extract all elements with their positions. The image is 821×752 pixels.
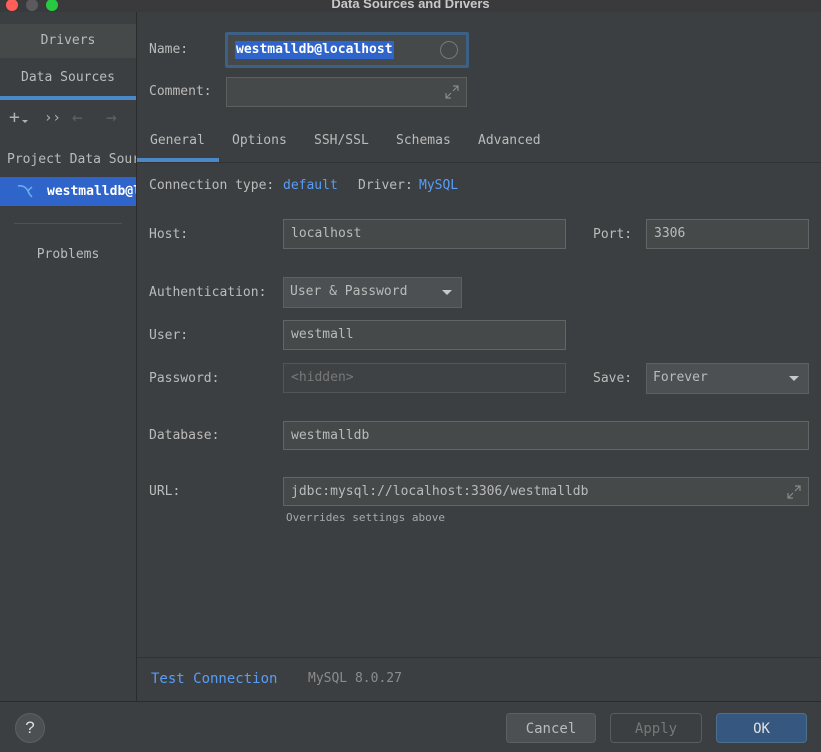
connection-type-link[interactable]: default (283, 177, 338, 195)
name-field[interactable]: westmalldb@localhost (225, 32, 469, 68)
divider (14, 223, 122, 224)
host-input[interactable]: localhost (283, 219, 566, 249)
database-input[interactable]: westmalldb (283, 421, 809, 450)
password-label: Password: (149, 371, 220, 386)
active-tab-indicator (0, 96, 136, 100)
name-label: Name: (149, 42, 189, 57)
tab-schemas[interactable]: Schemas (396, 132, 451, 150)
ok-button[interactable]: OK (716, 713, 807, 743)
port-label: Port: (593, 227, 633, 242)
port-input[interactable]: 3306 (646, 219, 809, 249)
test-connection-link[interactable]: Test Connection (151, 670, 277, 688)
tab-options[interactable]: Options (232, 132, 287, 150)
help-button[interactable]: ? (15, 713, 45, 743)
database-label: Database: (149, 428, 220, 443)
chevron-down-icon (789, 376, 799, 381)
window-title: Data Sources and Drivers (331, 0, 490, 11)
save-dropdown[interactable]: Forever (646, 363, 809, 394)
tree-group-project-data-sources[interactable]: Project Data Sources (7, 150, 136, 170)
host-label: Host: (149, 227, 189, 242)
add-icon[interactable]: + (9, 108, 28, 128)
color-circle-icon[interactable] (440, 41, 458, 59)
more-icon[interactable]: ›› (44, 108, 61, 128)
authentication-label: Authentication: (149, 285, 267, 300)
expand-icon[interactable] (786, 484, 802, 500)
password-input[interactable]: <hidden> (283, 363, 566, 393)
tab-general[interactable]: General (150, 132, 205, 150)
url-input[interactable]: jdbc:mysql://localhost:3306/westmalldb (283, 477, 809, 506)
mysql-dolphin-icon (17, 185, 33, 198)
back-arrow-icon[interactable]: ← (72, 108, 83, 128)
sidebar-tab-data-sources[interactable]: Data Sources (0, 61, 136, 95)
expand-icon[interactable] (444, 84, 460, 100)
driver-link[interactable]: MySQL (419, 177, 458, 195)
name-value: westmalldb@localhost (235, 41, 394, 59)
driver-version: MySQL 8.0.27 (308, 671, 402, 686)
chevron-down-icon (442, 290, 452, 295)
url-hint: Overrides settings above (286, 511, 445, 524)
comment-label: Comment: (149, 84, 212, 99)
tree-item-westmalldb[interactable]: westmalldb@localhost (0, 177, 136, 206)
sidebar-tab-drivers[interactable]: Drivers (0, 24, 136, 58)
divider (136, 12, 137, 702)
comment-field[interactable] (226, 77, 467, 107)
user-input[interactable]: westmall (283, 320, 566, 350)
url-label: URL: (149, 484, 181, 499)
apply-button[interactable]: Apply (610, 713, 702, 743)
user-label: User: (149, 328, 189, 343)
cancel-button[interactable]: Cancel (506, 713, 596, 743)
sidebar-item-problems[interactable]: Problems (0, 245, 136, 265)
save-label: Save: (593, 371, 633, 386)
divider (137, 162, 821, 163)
authentication-dropdown[interactable]: User & Password (283, 277, 462, 308)
forward-arrow-icon[interactable]: → (106, 108, 117, 128)
driver-label: Driver: (358, 178, 413, 193)
tab-advanced[interactable]: Advanced (478, 132, 541, 150)
tab-ssh-ssl[interactable]: SSH/SSL (314, 132, 369, 150)
connection-type-label: Connection type: (149, 178, 275, 193)
